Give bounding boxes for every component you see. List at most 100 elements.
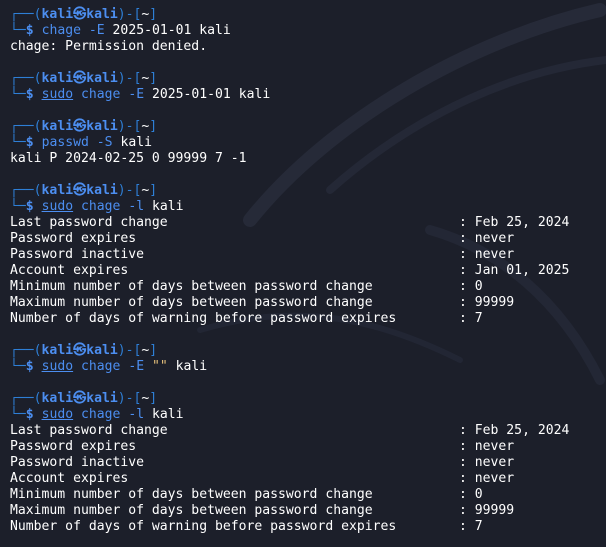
sudo-keyword: sudo — [41, 407, 74, 422]
command-output: kali P 2024-02-25 0 99999 7 -1 — [10, 151, 247, 166]
chage-label: Number of days of warning before passwor… — [10, 519, 397, 534]
command-name: chage — [81, 199, 121, 214]
prompt-host: kali — [86, 183, 118, 198]
prompt-frame: ┌──( — [10, 7, 42, 22]
command-args: 2025-01-01 kali — [112, 23, 231, 38]
prompt-user: kali — [41, 71, 74, 86]
prompt-frame: ┌──( — [10, 343, 42, 358]
command-args: kali — [151, 407, 184, 422]
sudo-keyword: sudo — [41, 199, 74, 214]
chage-value: : 99999 — [459, 295, 515, 310]
prompt-frame: ] — [149, 391, 158, 406]
chage-label: Maximum number of days between password … — [10, 503, 373, 518]
terminal-window[interactable]: ┌──(kali㉿kali)-[~] └─$ chage -E 2025-01-… — [0, 0, 606, 547]
prompt-frame: ┌──( — [10, 391, 42, 406]
sudo-keyword: sudo — [41, 87, 74, 102]
command-output: chage: Permission denied. — [10, 39, 208, 54]
chage-row: Password inactive: never — [10, 247, 514, 263]
prompt-line: ┌──(kali㉿kali)-[~] — [10, 343, 396, 359]
chage-value: : never — [459, 439, 515, 454]
chage-value: : never — [459, 455, 515, 470]
prompt-frame: ] — [149, 7, 158, 22]
command-line: └─$ sudo chage -E 2025-01-01 kali — [10, 87, 396, 103]
prompt-frame: └─ — [10, 359, 26, 374]
prompt-symbol: $ — [25, 199, 34, 214]
prompt-frame: ] — [149, 119, 158, 134]
chage-value: : Feb 25, 2024 — [459, 423, 570, 438]
prompt-frame: └─ — [10, 407, 26, 422]
prompt-user: kali — [41, 183, 74, 198]
command-args: kali — [151, 199, 184, 214]
chage-row: Minimum number of days between password … — [10, 487, 483, 503]
prompt-symbol: $ — [25, 359, 34, 374]
chage-label: Account expires — [10, 263, 129, 278]
command-line: └─$ sudo chage -l kali — [10, 407, 396, 423]
prompt-frame: ] — [149, 343, 158, 358]
command-name: chage — [41, 23, 81, 38]
chage-value: : 99999 — [459, 503, 515, 518]
prompt-frame: )-[ — [117, 183, 142, 198]
prompt-symbol: $ — [25, 87, 34, 102]
terminal-output: ┌──(kali㉿kali)-[~] └─$ chage -E 2025-01-… — [10, 7, 569, 535]
chage-row: Maximum number of days between password … — [10, 295, 514, 311]
empty-string-arg: "" — [151, 359, 168, 374]
prompt-at-symbol: ㉿ — [73, 71, 87, 86]
prompt-user: kali — [41, 7, 74, 22]
chage-label: Password inactive — [10, 455, 145, 470]
chage-value: : 7 — [459, 519, 483, 534]
prompt-line: ┌──(kali㉿kali)-[~] — [10, 183, 396, 199]
chage-row: Number of days of warning before passwor… — [10, 519, 483, 535]
command-flag: -E — [128, 359, 145, 374]
chage-row: Last password change : Feb 25, 2024 — [10, 423, 569, 439]
prompt-host: kali — [86, 71, 118, 86]
prompt-user: kali — [41, 391, 74, 406]
command-flag: -S — [96, 135, 113, 150]
chage-value: : 0 — [459, 279, 483, 294]
chage-value: : never — [459, 247, 515, 262]
command-args: kali — [120, 135, 152, 150]
command-name: chage — [81, 407, 121, 422]
prompt-frame: └─ — [10, 135, 26, 150]
chage-label: Minimum number of days between password … — [10, 487, 373, 502]
chage-row: Password expires : never — [10, 439, 514, 455]
prompt-frame: )-[ — [117, 343, 142, 358]
chage-label: Password expires — [10, 231, 137, 246]
chage-label: Minimum number of days between password … — [10, 279, 373, 294]
prompt-frame: └─ — [10, 87, 26, 102]
chage-value: : 0 — [459, 487, 483, 502]
chage-label: Last password change — [10, 215, 168, 230]
chage-row: Number of days of warning before passwor… — [10, 311, 483, 327]
command-flag: -l — [128, 407, 145, 422]
chage-label: Maximum number of days between password … — [10, 295, 373, 310]
chage-row: Maximum number of days between password … — [10, 503, 514, 519]
chage-row: Minimum number of days between password … — [10, 279, 483, 295]
chage-label: Number of days of warning before passwor… — [10, 311, 397, 326]
prompt-frame: ┌──( — [10, 119, 42, 134]
command-line: └─$ chage -E 2025-01-01 kali — [10, 23, 396, 39]
chage-row: Password expires : never — [10, 231, 514, 247]
prompt-line: ┌──(kali㉿kali)-[~] — [10, 71, 396, 87]
prompt-at-symbol: ㉿ — [73, 183, 87, 198]
chage-label: Password expires — [10, 439, 137, 454]
chage-row: Account expires: never — [10, 471, 514, 487]
prompt-line: ┌──(kali㉿kali)-[~] — [10, 7, 396, 23]
chage-row: Last password change: Feb 25, 2024 — [10, 215, 569, 231]
prompt-frame: └─ — [10, 23, 26, 38]
chage-value: : Jan 01, 2025 — [459, 263, 570, 278]
prompt-frame: └─ — [10, 199, 26, 214]
command-line: └─$ passwd -S kali — [10, 135, 396, 151]
prompt-line: ┌──(kali㉿kali)-[~] — [10, 119, 396, 135]
chage-label: Last password change — [10, 423, 168, 438]
command-flag: -E — [88, 23, 105, 38]
chage-value: : never — [459, 231, 515, 246]
prompt-frame: )-[ — [117, 7, 142, 22]
prompt-symbol: $ — [25, 23, 34, 38]
command-name: chage — [81, 87, 121, 102]
command-name: chage — [81, 359, 121, 374]
prompt-frame: )-[ — [117, 391, 142, 406]
command-flag: -l — [128, 199, 145, 214]
prompt-frame: ] — [149, 183, 158, 198]
prompt-frame: )-[ — [117, 71, 142, 86]
prompt-line: ┌──(kali㉿kali)-[~] — [10, 391, 396, 407]
command-line: └─$ sudo chage -E "" kali — [10, 359, 396, 375]
